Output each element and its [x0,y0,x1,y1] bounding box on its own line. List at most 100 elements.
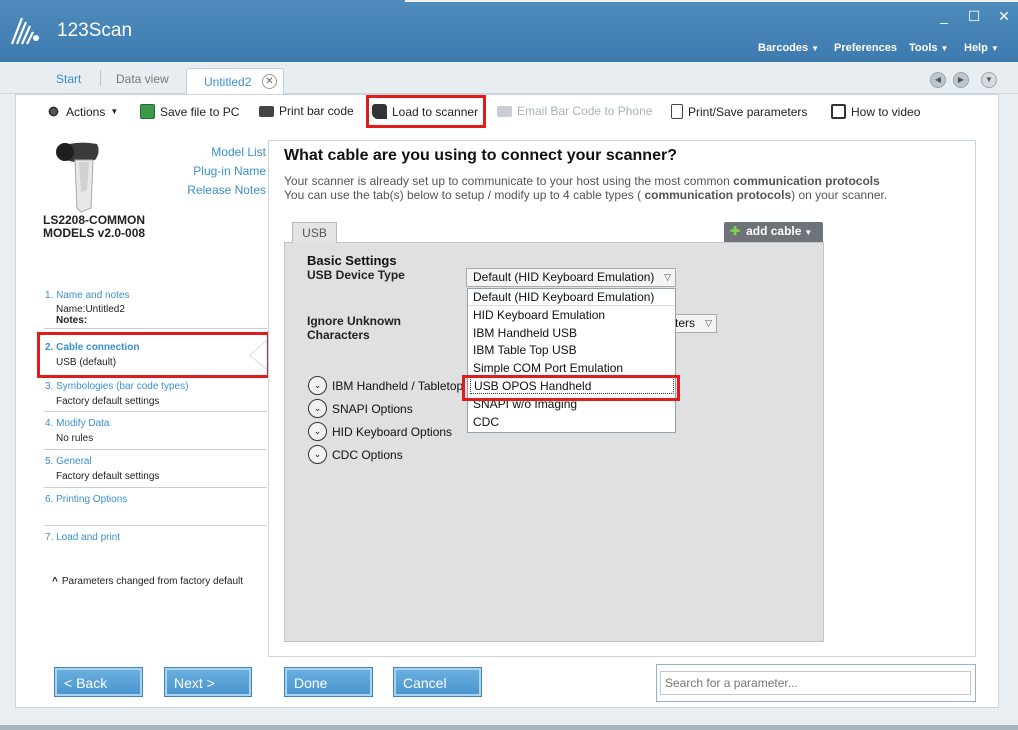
dropdown-option[interactable]: CDC [473,414,499,431]
minimize-icon[interactable]: _ [934,8,954,24]
chevron-down-icon: ▽ [664,272,671,282]
step-divider [44,487,267,488]
step-3-label: 3. Symbologies (bar code types) [45,381,189,392]
cdc-section-label: CDC Options [332,447,403,462]
snapi-section-label: SNAPI Options [332,401,413,416]
print-save-parameters-button[interactable]: Print/Save parameters [671,104,807,119]
how-to-video-label: How to video [851,104,921,119]
done-button[interactable]: Done [284,667,373,697]
step-4-sub: No rules [56,433,94,444]
footnote-mark: ^ [52,576,58,587]
forward-arrow-icon[interactable]: ▶ [953,72,969,88]
tab-usb[interactable]: USB [292,222,337,243]
film-icon [831,104,846,119]
maximize-icon[interactable]: ☐ [964,8,984,25]
email-label: Email Bar Code to Phone [517,104,653,118]
chevron-down-icon[interactable]: ▼ [981,72,997,88]
menu-preferences[interactable]: Preferences [834,42,897,54]
add-cable-button[interactable]: ✚ add cable ▼ [724,222,823,242]
back-button[interactable]: < Back [54,667,143,697]
desc-line2-end: ) on your scanner. [791,188,888,202]
search-input[interactable] [660,671,971,695]
release-notes-link[interactable]: Release Notes [180,181,266,200]
step-4-label: 4. Modify Data [45,418,110,429]
dropdown-option[interactable]: IBM Table Top USB [473,342,577,359]
step-5-label: 5. General [45,456,92,467]
print-bar-code-button[interactable]: Print bar code [259,104,354,118]
save-file-button[interactable]: Save file to PC [140,104,239,119]
tab-untitled2-label: Untitled2 [204,75,252,89]
desc-line2: You can use the tab(s) below to setup / … [284,188,645,202]
step-5-sub: Factory default settings [56,471,160,482]
scanner-image [56,142,99,213]
model-list-link[interactable]: Model List [180,143,266,162]
tab-start[interactable]: Start [56,72,81,86]
model-links: Model List Plug-in Name Release Notes [180,143,266,200]
ibm-section-label: IBM Handheld / Tabletop [332,378,464,393]
add-cable-label: add cable [746,224,802,238]
chevron-down-icon: ⌄ [308,422,327,441]
step-divider [44,525,267,526]
basic-settings-heading: Basic Settings [307,253,397,268]
step-1-label: 1. Name and notes [45,290,130,301]
chevron-down-icon: ⌄ [308,376,327,395]
menu-barcodes[interactable]: Barcodes ▼ [758,42,819,54]
tab-close-icon[interactable]: ✕ [262,74,277,89]
ignore-unknown-line1: Ignore Unknown [307,314,401,328]
print-save-parameters-label: Print/Save parameters [688,104,808,119]
close-icon[interactable]: ✕ [994,8,1014,25]
usb-device-type-dropdown: Default (HID Keyboard Emulation) HID Key… [467,288,676,433]
snapi-options-section[interactable]: ⌄ SNAPI Options [308,399,413,418]
dropdown-option[interactable]: HID Keyboard Emulation [473,307,605,324]
document-icon [671,104,683,119]
dropdown-option[interactable]: Default (HID Keyboard Emulation) [468,289,675,306]
hid-keyboard-options-section[interactable]: ⌄ HID Keyboard Options [308,422,452,441]
plug-in-name-link[interactable]: Plug-in Name [180,162,266,181]
gears-icon [46,104,61,119]
step-cable-connection-highlight [37,332,270,378]
tab-data-view[interactable]: Data view [116,72,169,86]
actions-label: Actions [66,104,106,119]
menu-help[interactable]: Help ▼ [964,42,999,54]
app-title: 123Scan [57,20,133,41]
back-arrow-icon[interactable]: ◀ [930,72,946,88]
ignore-unknown-value: ters [675,316,696,330]
ibm-handheld-tabletop-section[interactable]: ⌄ IBM Handheld / Tabletop [308,376,463,395]
page-title: What cable are you using to connect your… [284,147,677,164]
chevron-down-icon: ⌄ [308,399,327,418]
desc-line1-bold: communication protocols [733,174,880,188]
email-bar-code-button[interactable]: Email Bar Code to Phone [497,104,652,118]
cdc-options-section[interactable]: ⌄ CDC Options [308,445,403,464]
desc-line1: Your scanner is already set up to commun… [284,174,734,188]
step-1-name: Name:Untitled2 [56,304,125,315]
ignore-unknown-label: Ignore Unknown Characters [307,314,401,342]
usb-device-type-select[interactable]: Default (HID Keyboard Emulation) ▽ [466,268,676,287]
dropdown-option[interactable]: IBM Handheld USB [473,325,577,342]
ignore-unknown-line2: Characters [307,328,370,342]
plus-icon: ✚ [730,224,741,238]
step-divider [44,328,267,329]
next-button[interactable]: Next > [164,667,252,697]
menu-tools[interactable]: Tools ▼ [909,42,948,54]
step-divider [44,411,267,412]
model-name-line2: MODELS v2.0-008 [43,226,146,240]
printer-icon [259,105,274,117]
footnote-text: Parameters changed from factory default [61,576,244,587]
how-to-video-button[interactable]: How to video [831,104,920,119]
title-bar: 123Scan _ ☐ ✕ Barcodes ▼ Preferences Tool… [0,0,1018,62]
desc-line2-bold: communication protocols [644,188,792,202]
step-1-notes: Notes: [56,315,88,326]
tab-row: Start Data view [0,62,1018,94]
tab-untitled2[interactable]: Untitled2 ✕ [186,68,284,95]
load-to-scanner-highlight [366,95,486,128]
cancel-button[interactable]: Cancel [393,667,482,697]
email-icon [497,105,512,117]
chevron-down-icon: ▽ [705,318,712,328]
step-7-label: 7. Load and print [45,532,121,543]
print-bar-code-label: Print bar code [279,104,354,118]
chevron-down-icon: ⌄ [308,445,327,464]
step-6-label: 6. Printing Options [45,494,128,505]
usb-device-type-value: Default (HID Keyboard Emulation) [473,270,655,284]
step-divider [44,449,267,450]
actions-menu[interactable]: Actions ▼ [46,104,118,119]
